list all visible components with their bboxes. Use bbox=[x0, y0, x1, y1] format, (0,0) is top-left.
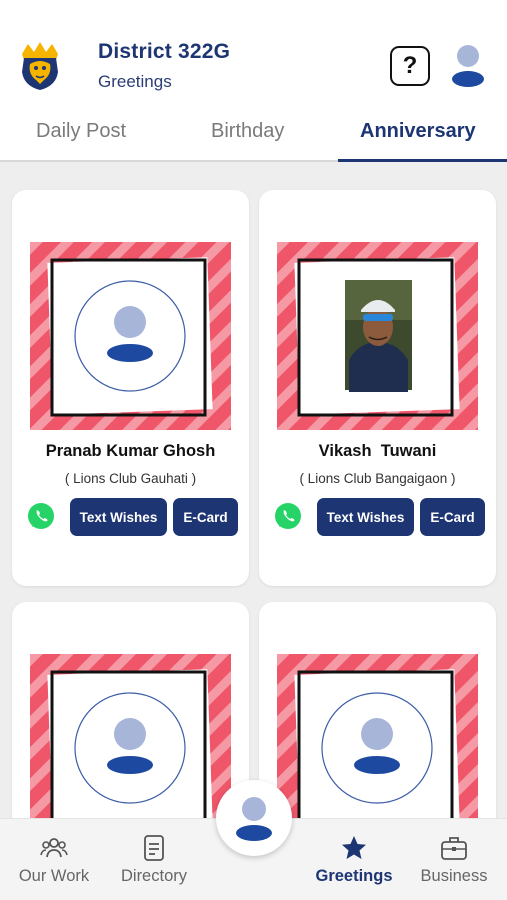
avatar-icon bbox=[236, 797, 272, 841]
photo-frame bbox=[277, 654, 478, 842]
member-name: Pranab Kumar Ghosh bbox=[45, 442, 216, 460]
text-wishes-button[interactable]: Text Wishes bbox=[317, 498, 414, 536]
star-icon bbox=[342, 836, 366, 859]
profile-icon[interactable] bbox=[448, 42, 488, 88]
nav-our-work[interactable]: Our Work bbox=[14, 819, 94, 900]
question-icon: ? bbox=[402, 52, 418, 79]
text-wishes-button[interactable]: Text Wishes bbox=[70, 498, 167, 536]
help-button[interactable]: ? bbox=[390, 46, 430, 86]
nav-label: Business bbox=[420, 867, 488, 885]
tab-birthday[interactable]: Birthday bbox=[211, 120, 284, 143]
app-header: District 322G Greetings ? bbox=[0, 28, 507, 104]
page-title: District 322G bbox=[98, 40, 231, 63]
nav-greetings[interactable]: Greetings bbox=[308, 819, 400, 900]
photo-frame bbox=[30, 242, 231, 430]
whatsapp-icon[interactable] bbox=[26, 501, 56, 531]
ecard-button[interactable]: E-Card bbox=[173, 498, 238, 536]
member-club: ( Lions Club Bangaigaon ) bbox=[299, 471, 456, 486]
lions-logo-icon bbox=[22, 42, 58, 90]
member-name: Vikash Tuwani bbox=[318, 442, 437, 460]
photo-frame bbox=[277, 242, 478, 430]
greeting-card: Vikash Tuwani ( Lions Club Bangaigaon ) … bbox=[259, 190, 496, 586]
document-icon bbox=[144, 835, 164, 861]
whatsapp-icon[interactable] bbox=[273, 501, 303, 531]
member-club: ( Lions Club Gauhati ) bbox=[64, 471, 197, 486]
active-tab-indicator bbox=[338, 159, 507, 162]
photo-frame bbox=[30, 654, 231, 842]
nav-label: Directory bbox=[120, 867, 187, 885]
greeting-card: Pranab Kumar Ghosh ( Lions Club Gauhati … bbox=[12, 190, 249, 586]
page-subtitle: Greetings bbox=[98, 72, 172, 91]
tab-anniversary[interactable]: Anniversary bbox=[360, 120, 476, 143]
ecard-button[interactable]: E-Card bbox=[420, 498, 485, 536]
people-icon bbox=[40, 838, 68, 858]
nav-label: Greetings bbox=[315, 867, 393, 885]
briefcase-icon bbox=[441, 837, 467, 860]
status-bar bbox=[0, 0, 507, 28]
profile-fab[interactable] bbox=[216, 780, 292, 856]
tab-bar: Daily Post Birthday Anniversary bbox=[0, 104, 507, 162]
nav-directory[interactable]: Directory bbox=[112, 819, 196, 900]
nav-business[interactable]: Business bbox=[412, 819, 496, 900]
tab-daily-post[interactable]: Daily Post bbox=[36, 120, 126, 143]
nav-label: Our Work bbox=[18, 867, 90, 885]
